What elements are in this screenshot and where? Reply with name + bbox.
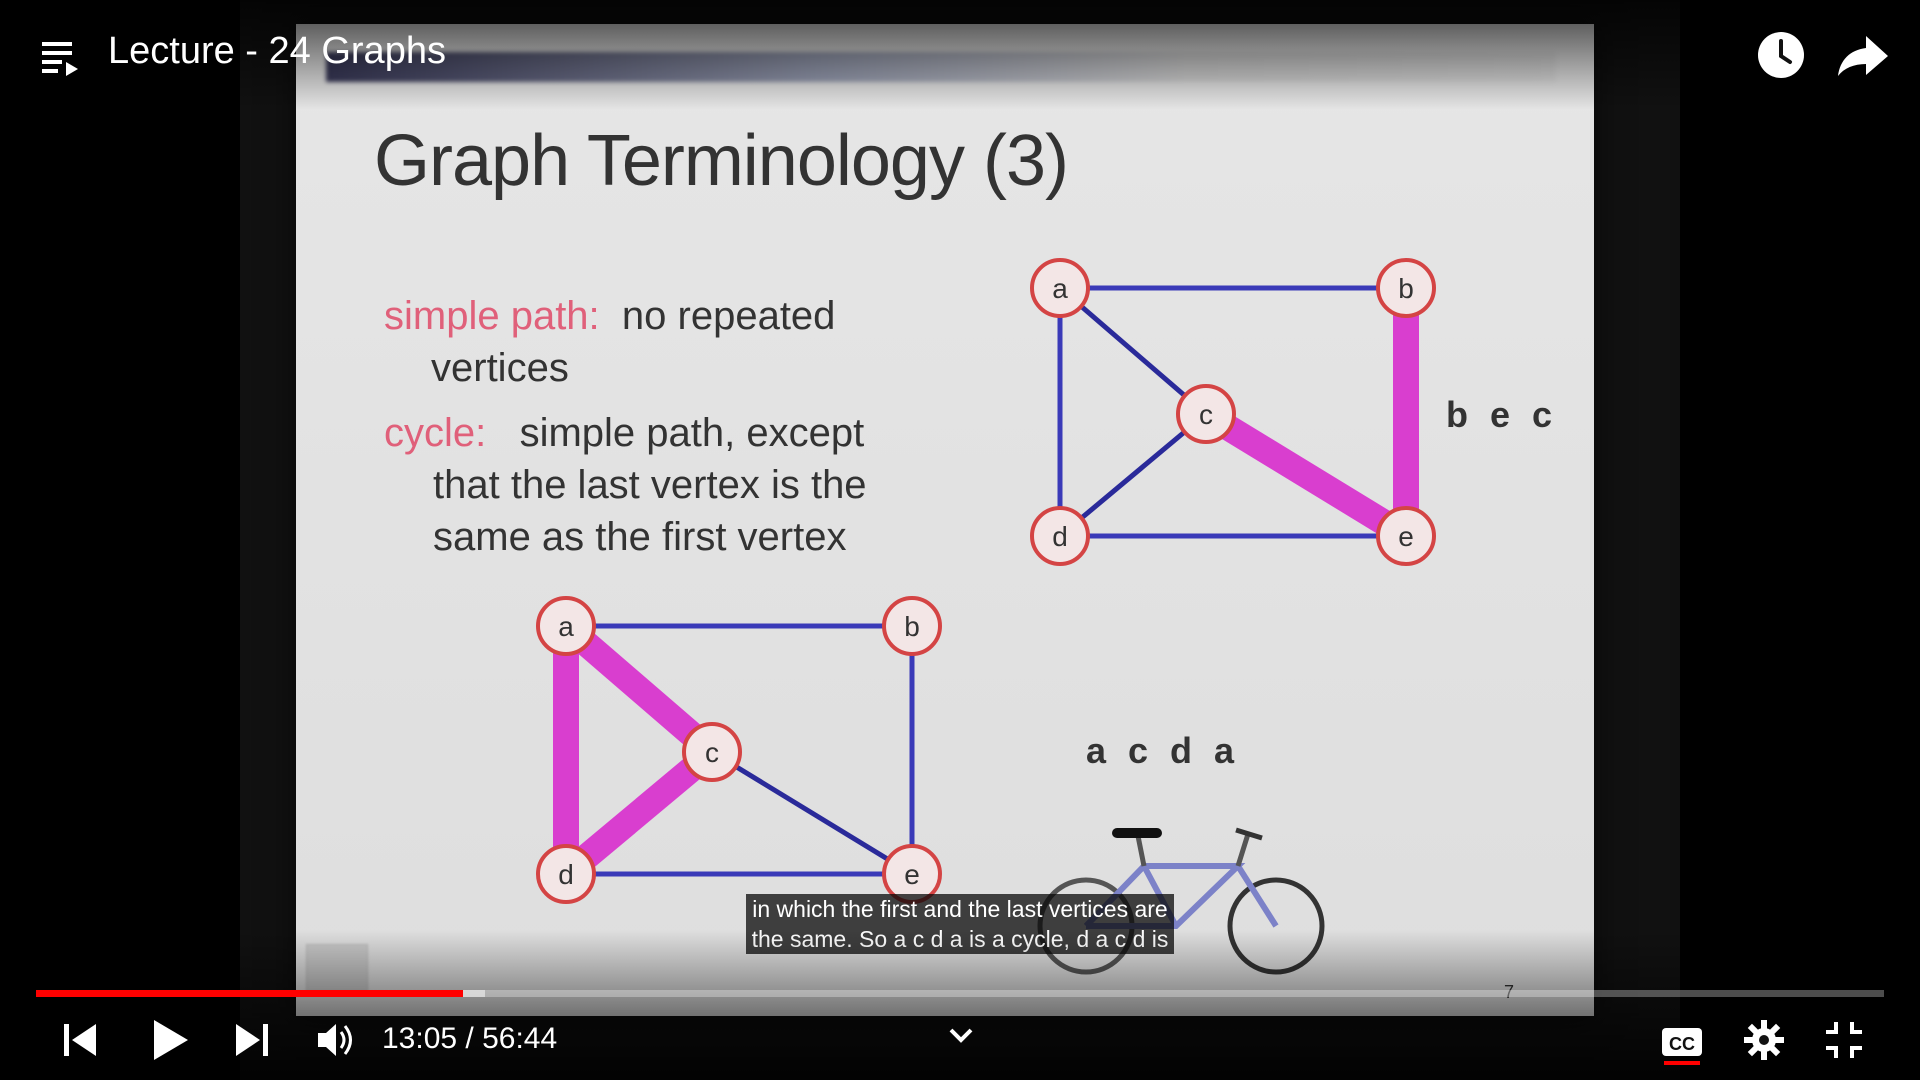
simple-path-definition: simple path: no repeated vertices [384,290,835,394]
cycle-def-1: simple path, except [519,411,865,455]
node-e-label: e [1398,521,1414,552]
cycle-def-2: that the last vertex is the [433,463,867,507]
node-a-label: a [1052,273,1068,304]
svg-text:CC: CC [1669,1034,1695,1054]
node-c-label: c [705,737,719,768]
node-a-label: a [558,611,574,642]
video-title[interactable]: Lecture - 24 Graphs [108,30,446,73]
clock-icon[interactable] [1756,30,1806,80]
previous-button[interactable] [60,1018,100,1062]
progress-played [36,990,463,997]
simple-path-def-1: no repeated [621,294,836,338]
node-b-label: b [1398,273,1414,304]
bicycle-saddle [1112,828,1162,838]
cycle-definition: cycle: simple path, except that the last… [384,407,867,563]
time-display: 13:05 / 56:44 [382,1022,558,1055]
node-d-label: d [1052,521,1068,552]
closed-captions-icon[interactable]: CC [1660,1022,1704,1066]
bicycle-stem [1235,833,1251,867]
caption-line-1: in which the first and the last vertices… [746,894,1174,924]
gear-icon[interactable] [1742,1018,1786,1062]
simple-path-term: simple path: [384,294,600,338]
path-label: b e c [1446,394,1559,435]
cc-active-indicator [1664,1061,1700,1065]
node-d-label: d [558,859,574,890]
edge-c-e-highlight [1199,402,1413,548]
edge-c-e [710,749,914,877]
volume-icon[interactable] [314,1018,358,1062]
node-c-label: c [1199,399,1213,430]
exit-fullscreen-icon[interactable] [1824,1020,1864,1060]
slide-title: Graph Terminology (3) [374,121,1069,201]
chevron-down-icon[interactable] [944,1022,978,1048]
cycle-term: cycle: [384,411,487,455]
lecture-slide: Graph Terminology (3) simple path: no re… [296,24,1594,1016]
cycle-label: a c d a [1086,730,1241,771]
play-button[interactable] [146,1016,192,1064]
video-player[interactable]: Graph Terminology (3) simple path: no re… [0,0,1920,1080]
node-e-label: e [904,859,920,890]
next-button[interactable] [232,1018,272,1062]
progress-bar[interactable] [36,990,1884,997]
controls-gradient [0,930,1920,1080]
node-b-label: b [904,611,920,642]
graph-cycle-diagram: a b c d e [536,596,942,904]
graph-path-diagram: a b c d e [1030,258,1436,566]
share-arrow-icon[interactable] [1836,30,1890,80]
cycle-def-3: same as the first vertex [433,515,847,559]
bicycle-seat-post [1135,835,1147,867]
simple-path-def-2: vertices [431,346,569,390]
playlist-icon[interactable] [40,38,80,78]
